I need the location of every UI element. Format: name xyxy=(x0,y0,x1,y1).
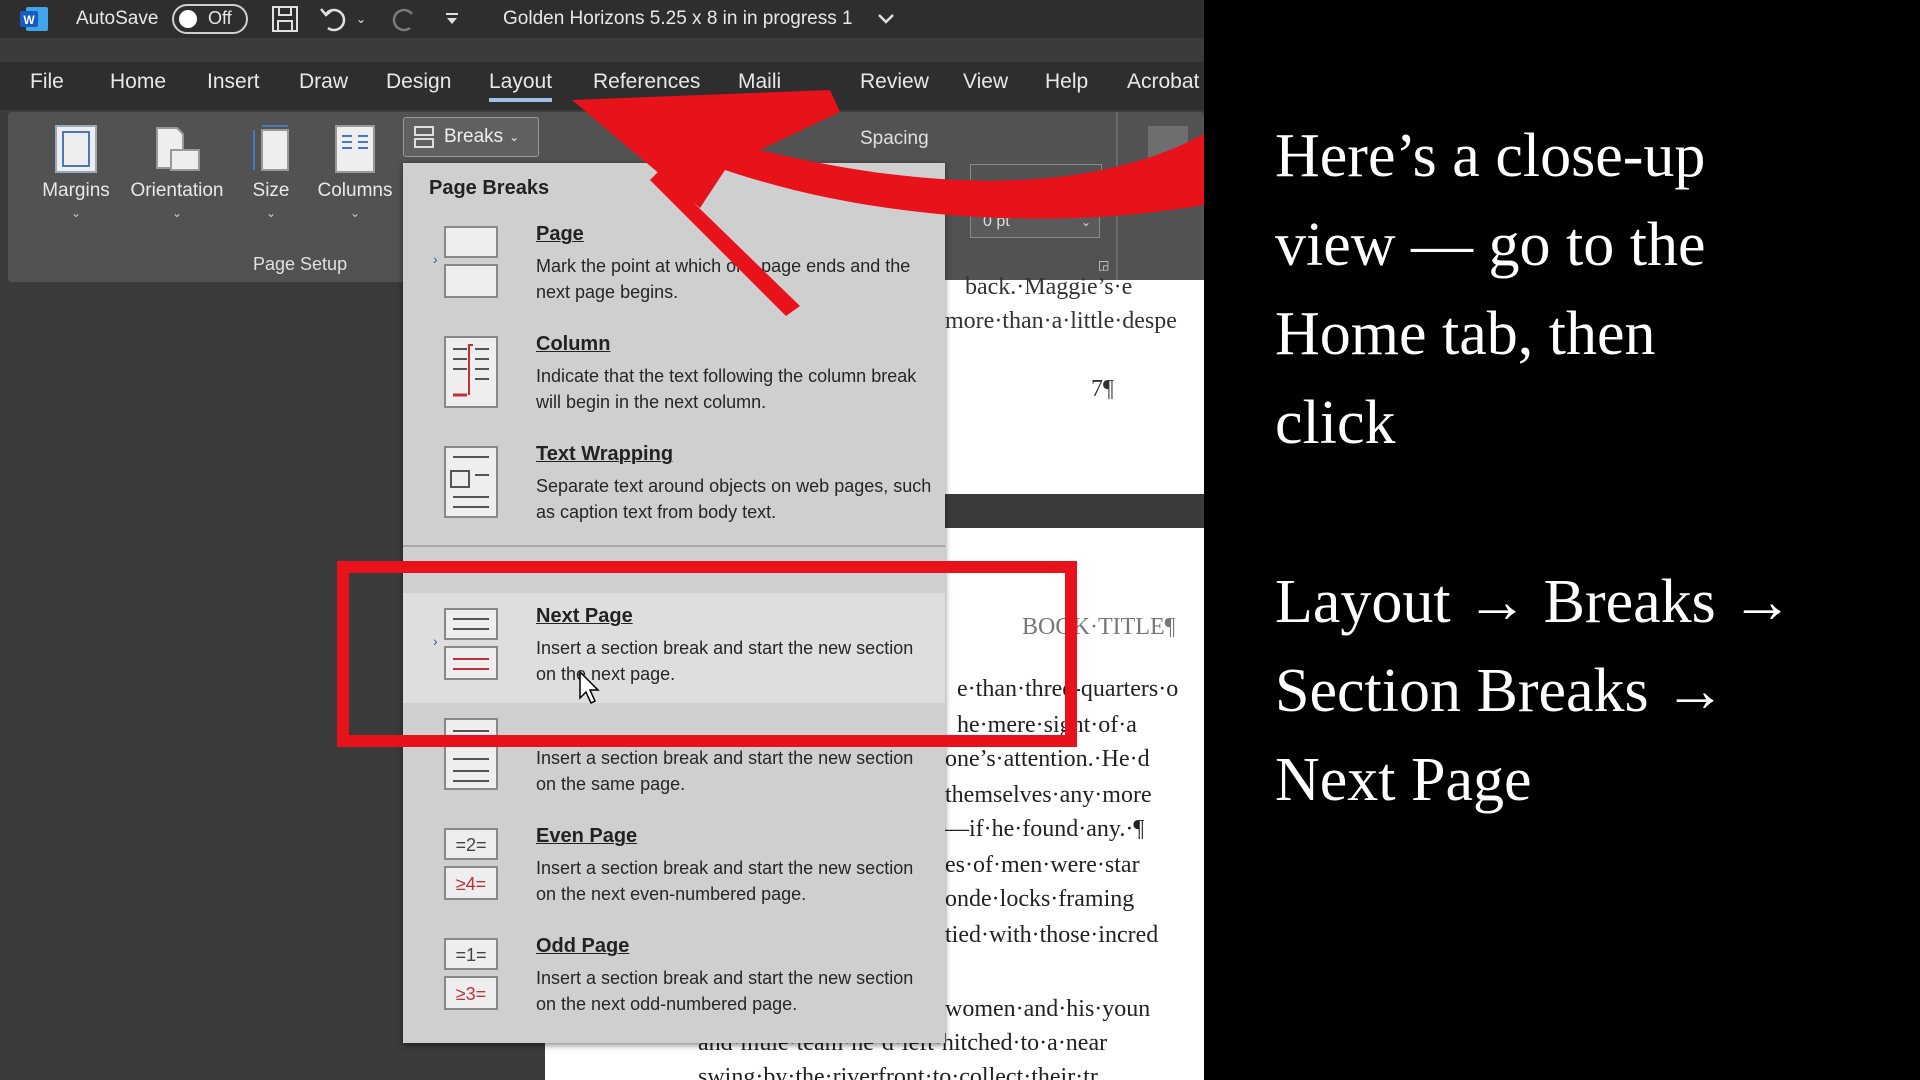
instruction-line: Section Breaks → xyxy=(1275,657,1727,725)
odd-page-break-icon: =1= ≥3= xyxy=(444,938,498,1010)
doc-line: tied·with·those·incred xyxy=(945,922,1159,948)
doc-line: es·of·men·were·star xyxy=(945,852,1140,878)
instruction-line: Here’s a close-up xyxy=(1275,122,1706,190)
instruction-line: view — go to the xyxy=(1275,211,1706,279)
instruction-text: Here’s a close-up view — go to the Home … xyxy=(1275,112,1895,825)
svg-text:=2=: =2= xyxy=(455,835,486,855)
doc-line: themselves·any·more xyxy=(945,782,1152,808)
instruction-line: click xyxy=(1275,389,1396,457)
highlight-box xyxy=(337,561,1077,747)
mouse-cursor-icon xyxy=(579,670,600,705)
doc-line: onde·locks·framing xyxy=(945,886,1135,912)
word-window: W AutoSave Off ⌄ Golden Horizons 5.25 x … xyxy=(0,0,1204,1080)
option-title: Text Wrapping xyxy=(536,443,674,465)
option-description: Insert a section break and start the new… xyxy=(536,858,914,904)
option-description: Separate text around objects on web page… xyxy=(536,476,932,522)
column-break-icon xyxy=(444,336,498,408)
page-number: 7¶ xyxy=(1091,376,1114,402)
break-option-text-wrapping[interactable]: Text Wrapping Separate text around objec… xyxy=(403,431,945,541)
break-option-column[interactable]: Column Indicate that the text following … xyxy=(403,321,945,431)
text-wrapping-icon xyxy=(444,446,498,518)
option-title: Column xyxy=(536,333,611,355)
option-description: Insert a section break and start the new… xyxy=(536,748,914,794)
instruction-spacer xyxy=(1275,468,1895,558)
doc-line: —if·he·found·any.·¶ xyxy=(945,816,1145,842)
option-description: Indicate that the text following the col… xyxy=(536,366,917,412)
svg-text:≥4=: ≥4= xyxy=(456,874,486,894)
doc-line: one’s·attention.·He·d xyxy=(945,746,1150,772)
svg-text:≥3=: ≥3= xyxy=(456,984,486,1004)
option-title: Even Page xyxy=(536,825,638,847)
even-page-break-icon: =2= ≥4= xyxy=(444,828,498,900)
break-option-even-page[interactable]: =2= ≥4= Even Page Insert a section break … xyxy=(403,813,945,923)
instruction-line: Home tab, then xyxy=(1275,300,1656,368)
instruction-line: Next Page xyxy=(1275,746,1532,814)
instruction-line: Layout → Breaks → xyxy=(1275,568,1794,636)
break-option-odd-page[interactable]: =1= ≥3= Odd Page Insert a section break a… xyxy=(403,923,945,1033)
doc-line: women·and·his·youn xyxy=(945,996,1151,1022)
svg-text:=1=: =1= xyxy=(455,945,486,965)
red-arrow-annotation xyxy=(572,90,1204,316)
option-description: Insert a section break and start the new… xyxy=(536,968,914,1014)
section-divider xyxy=(403,545,945,547)
doc-line: swing·by·the·riverfront·to·collect·their… xyxy=(698,1064,1098,1080)
option-title: Odd Page xyxy=(536,935,630,957)
